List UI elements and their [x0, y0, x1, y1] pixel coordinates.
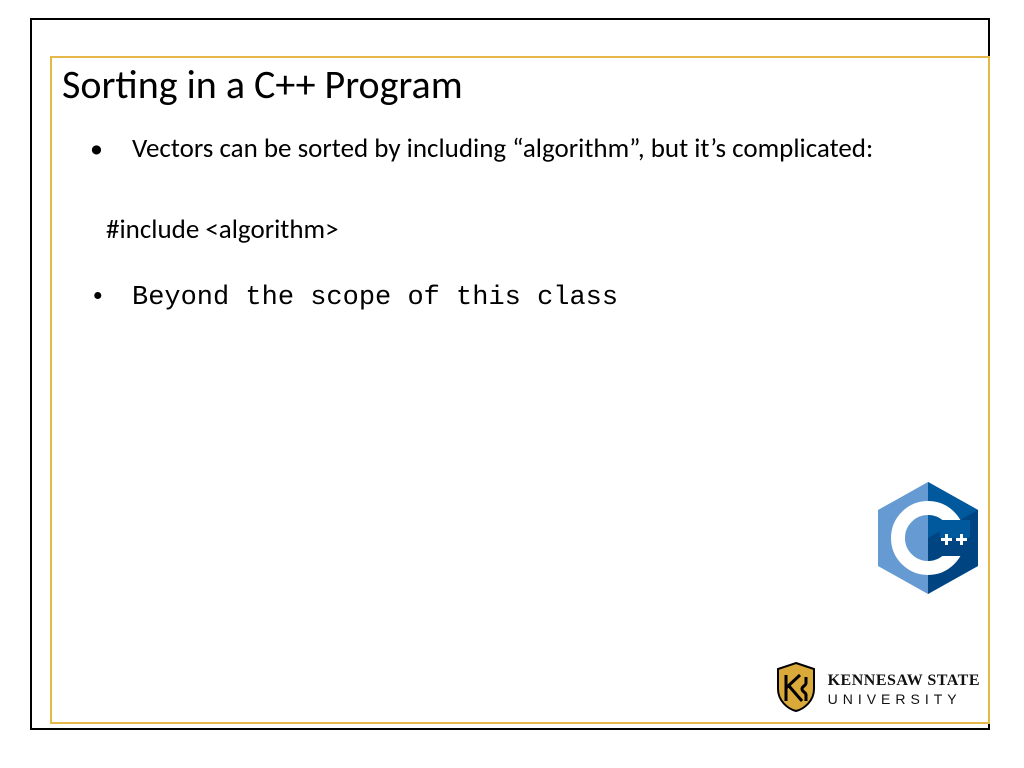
ksu-shield-icon: [774, 661, 818, 718]
bullet-item: Vectors can be sorted by including “algo…: [82, 131, 962, 167]
bullet-item: Beyond the scope of this class: [82, 280, 962, 316]
ksu-logo: KENNESAW STATE UNIVERSITY: [774, 661, 980, 718]
ksu-text: KENNESAW STATE UNIVERSITY: [828, 673, 980, 706]
slide: Sorting in a C++ Program Vectors can be …: [0, 0, 1024, 768]
ksu-line1: KENNESAW STATE: [828, 673, 980, 689]
bullet-list-2: Beyond the scope of this class: [82, 280, 962, 316]
slide-content: Sorting in a C++ Program Vectors can be …: [62, 60, 962, 327]
ksu-line2: UNIVERSITY: [828, 692, 980, 706]
code-include-line: #include <algorithm>: [106, 213, 962, 246]
slide-title: Sorting in a C++ Program: [62, 60, 962, 109]
cpp-logo-icon: [878, 482, 978, 594]
bullet-list-1: Vectors can be sorted by including “algo…: [82, 131, 962, 167]
